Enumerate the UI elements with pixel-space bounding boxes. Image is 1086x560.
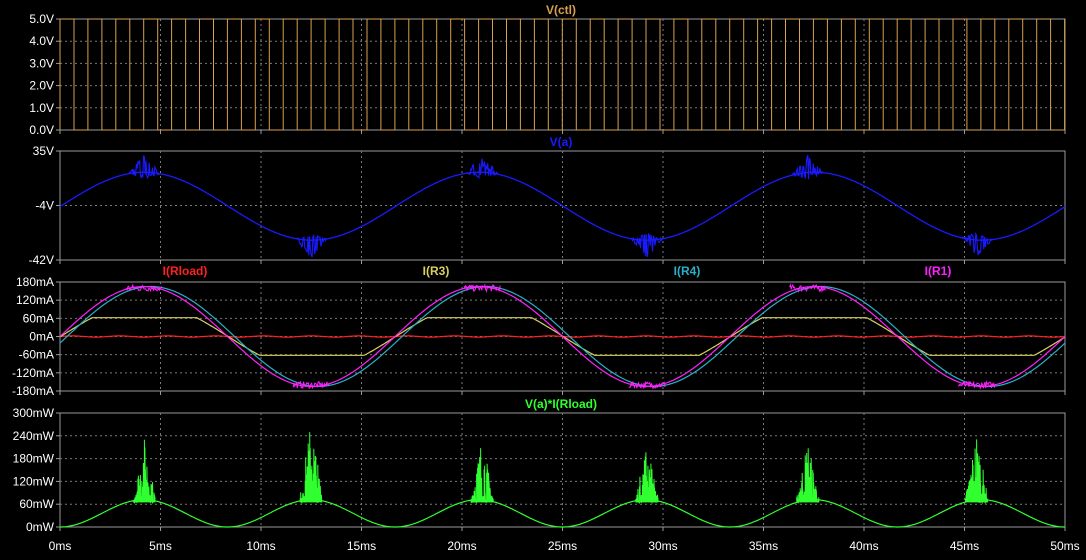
ringing-burst xyxy=(463,283,501,293)
y-tick-label: -4V xyxy=(35,199,54,213)
y-tick-label: 120mA xyxy=(16,293,54,307)
y-tick-label: -180mA xyxy=(12,384,54,398)
pane-va: 35V -4V -42V V(a) xyxy=(29,135,1066,267)
y-tick-label: 60mW xyxy=(19,497,54,511)
y-tick-label: 2.0V xyxy=(29,79,54,93)
pane-vctl: 5.0V 4.0V 3.0V 2.0V 1.0V 0.0V V(ctl) xyxy=(29,3,1066,137)
y-tick-label: 0mA xyxy=(29,330,54,344)
y-tick-label: -60mA xyxy=(19,348,54,362)
x-tick-label: 25ms xyxy=(548,539,577,553)
x-tick-label: 30ms xyxy=(648,539,677,553)
series-title: I(R3) xyxy=(423,264,450,278)
series-title: V(a)*I(Rload) xyxy=(525,397,597,411)
y-tick-label: 0mW xyxy=(26,520,55,534)
x-tick-label: 15ms xyxy=(347,539,376,553)
series-title: V(ctl) xyxy=(546,3,576,17)
ringing-burst xyxy=(791,154,824,180)
x-tick-label: 5ms xyxy=(149,539,172,553)
ringing-burst xyxy=(465,158,499,180)
power-burst xyxy=(132,439,156,505)
ringing-burst xyxy=(128,155,160,180)
y-tick-label: 180mW xyxy=(13,452,55,466)
y-tick-label: 120mW xyxy=(13,474,55,488)
x-tick-label: 45ms xyxy=(950,539,979,553)
x-tick-label: 40ms xyxy=(849,539,878,553)
power-burst xyxy=(796,448,820,504)
power-burst xyxy=(470,448,494,505)
y-tick-label: 5.0V xyxy=(29,12,54,26)
waveform-viewer: 5.0V 4.0V 3.0V 2.0V 1.0V 0.0V V(ctl) 35V -4V -42V… xyxy=(12,3,1080,553)
x-tick-label: 20ms xyxy=(447,539,476,553)
y-tick-label: 180mA xyxy=(16,275,54,289)
y-tick-label: 60mA xyxy=(23,311,54,325)
x-tick-label: 0ms xyxy=(49,539,72,553)
x-tick-label: 35ms xyxy=(749,539,778,553)
series-title: I(R4) xyxy=(674,264,701,278)
x-tick-label: 10ms xyxy=(246,539,275,553)
power-burst xyxy=(299,432,323,505)
y-tick-label: 3.0V xyxy=(29,56,54,70)
series-line-vctl xyxy=(59,18,1066,131)
power-burst xyxy=(635,452,659,505)
series-title: I(R1) xyxy=(925,264,952,278)
power-burst xyxy=(965,439,989,505)
y-tick-label: 1.0V xyxy=(29,101,54,115)
ringing-burst xyxy=(958,379,996,390)
y-tick-label: 300mW xyxy=(13,406,55,420)
ringing-burst xyxy=(960,231,993,256)
ringing-burst xyxy=(630,232,664,258)
series-title: I(Rload) xyxy=(163,264,208,278)
y-tick-label: 4.0V xyxy=(29,34,54,48)
ringing-burst xyxy=(295,234,328,258)
ringing-burst xyxy=(628,380,666,390)
y-tick-label: -120mA xyxy=(12,366,54,380)
pane-currents: 180mA 120mA 60mA 0mA -60mA -120mA -180mA I(Rloa… xyxy=(12,264,1066,398)
y-tick-label: 0.0V xyxy=(29,123,54,137)
series-title: V(a) xyxy=(550,135,573,149)
pane-power: 300mW 240mW 180mW 120mW 60mW 0mW V(a)*I(Rload) xyxy=(13,397,1066,534)
y-tick-label: 240mW xyxy=(13,429,55,443)
y-tick-label: -42V xyxy=(29,253,54,267)
x-tick-label: 50ms xyxy=(1050,539,1079,553)
y-tick-label: 35V xyxy=(33,144,54,158)
